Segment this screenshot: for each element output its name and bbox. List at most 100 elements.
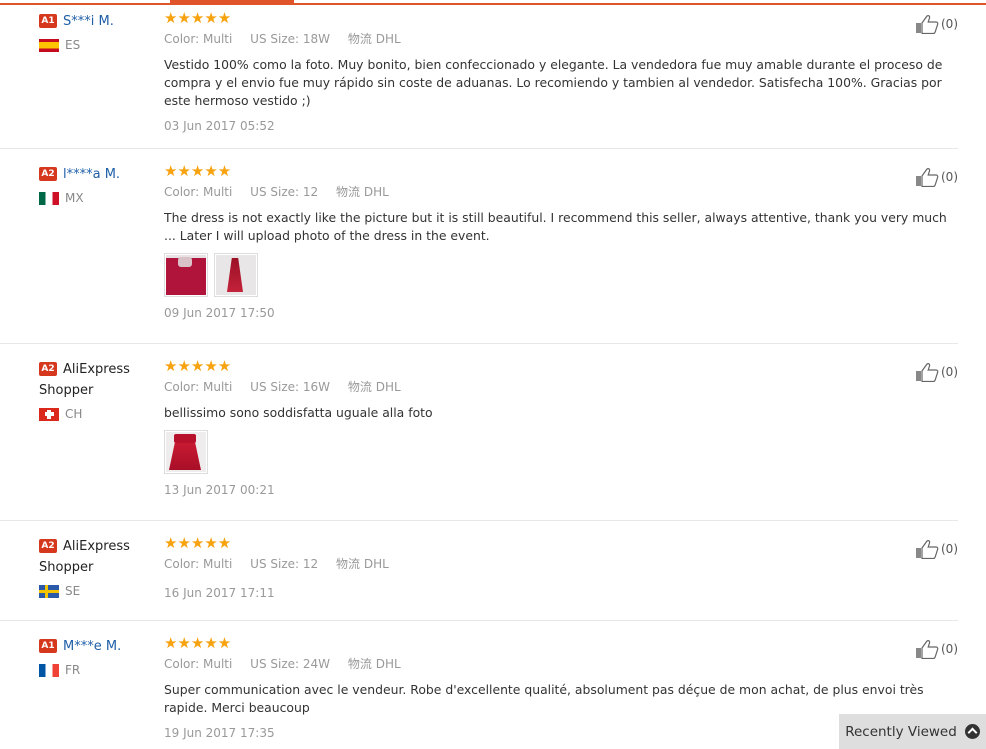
country-code: SE [65, 584, 81, 598]
reviewer-name[interactable]: M***e M. [63, 639, 121, 654]
reviewer-name[interactable]: S***i M. [63, 14, 114, 29]
size-label: US Size: [250, 380, 300, 394]
shipping-label: 物流 [347, 380, 372, 394]
helpful-button[interactable]: (0) [915, 539, 958, 559]
recently-viewed-button[interactable]: Recently Viewed [839, 714, 986, 749]
size-value: 16W [302, 380, 331, 394]
country-code: MX [65, 191, 84, 205]
size-value: 18W [302, 32, 331, 46]
size-value: 12 [302, 185, 319, 199]
shipping-value: DHL [363, 185, 389, 199]
review-photos [164, 430, 954, 474]
mexico-flag-icon [39, 191, 59, 205]
helpful-button[interactable]: (0) [915, 167, 958, 187]
helpful-count: (0) [941, 542, 958, 556]
review-photos [164, 253, 954, 297]
reviewer-info: A2 l****a M. MX [39, 163, 149, 206]
review-content: ★★★★★ Color: Multi US Size: 12 物流 DHL Th… [164, 163, 954, 321]
chevron-up-icon [964, 724, 980, 739]
reviewer-info: A2 AliExpress Shopper SE [39, 535, 149, 599]
level-badge: A1 [39, 639, 57, 653]
star-rating: ★★★★★ [164, 162, 232, 180]
helpful-button[interactable]: (0) [915, 14, 958, 34]
spain-flag-icon [39, 38, 59, 52]
country-code: CH [65, 407, 83, 421]
review-photo-thumbnail[interactable] [214, 253, 258, 297]
reviewer-info: A1 S***i M. ES [39, 10, 149, 53]
review-content: ★★★★★ Color: Multi US Size: 16W 物流 DHL b… [164, 358, 954, 498]
color-value: Multi [203, 32, 233, 46]
shipping-value: DHL [375, 657, 401, 671]
shipping-value: DHL [363, 557, 389, 571]
review-text: Vestido 100% como la foto. Muy bonito, b… [164, 57, 943, 108]
purchase-attributes: Color: Multi US Size: 12 物流 DHL [164, 185, 954, 199]
star-rating: ★★★★★ [164, 357, 232, 375]
shipping-value: DHL [375, 32, 401, 46]
thumbs-up-icon [916, 168, 939, 187]
review-date: 03 Jun 2017 05:52 [164, 119, 275, 133]
level-badge: A1 [39, 14, 57, 28]
size-value: 12 [302, 557, 319, 571]
country: SE [39, 583, 149, 599]
level-badge: A2 [39, 167, 57, 181]
star-rating: ★★★★★ [164, 534, 232, 552]
shipping-value: DHL [375, 380, 401, 394]
helpful-count: (0) [941, 17, 958, 31]
review-item: A2 AliExpress Shopper SE ★★★★★ Color: Mul… [0, 535, 958, 621]
reviewer-name[interactable]: l****a M. [63, 167, 120, 182]
level-badge: A2 [39, 539, 57, 553]
active-tab-indicator [170, 0, 294, 5]
color-label: Color: [164, 380, 200, 394]
thumbs-up-icon [916, 540, 939, 559]
shipping-label: 物流 [336, 185, 361, 199]
purchase-attributes: Color: Multi US Size: 12 物流 DHL [164, 557, 954, 571]
review-item: A2 l****a M. MX ★★★★★ Color: Multi US Siz… [0, 163, 958, 344]
color-label: Color: [164, 32, 200, 46]
color-value: Multi [203, 185, 233, 199]
review-photo-thumbnail[interactable] [164, 253, 208, 297]
purchase-attributes: Color: Multi US Size: 24W 物流 DHL [164, 657, 954, 671]
size-value: 24W [302, 657, 331, 671]
review-text: Super communication avec le vendeur. Rob… [164, 682, 924, 715]
color-value: Multi [203, 557, 233, 571]
country: ES [39, 37, 149, 53]
helpful-count: (0) [941, 365, 958, 379]
review-item: A1 S***i M. ES ★★★★★ Color: Multi US Size… [0, 10, 958, 149]
review-content: ★★★★★ Color: Multi US Size: 24W 物流 DHL S… [164, 635, 954, 741]
thumbs-up-icon [916, 363, 939, 382]
top-divider [0, 3, 986, 5]
country-code: ES [65, 38, 81, 52]
purchase-attributes: Color: Multi US Size: 18W 物流 DHL [164, 32, 954, 46]
helpful-button[interactable]: (0) [915, 362, 958, 382]
review-photo-thumbnail[interactable] [164, 430, 208, 474]
review-date: 13 Jun 2017 00:21 [164, 483, 275, 497]
purchase-attributes: Color: Multi US Size: 16W 物流 DHL [164, 380, 954, 394]
dress-photo [216, 255, 256, 295]
review-item: A2 AliExpress Shopper CH ★★★★★ Color: Mul… [0, 358, 958, 521]
review-date: 09 Jun 2017 17:50 [164, 306, 275, 320]
helpful-count: (0) [941, 170, 958, 184]
review-item: A1 M***e M. FR ★★★★★ Color: Multi US Size… [0, 635, 958, 749]
france-flag-icon [39, 663, 59, 677]
star-rating: ★★★★★ [164, 634, 232, 652]
thumbs-up-icon [916, 15, 939, 34]
review-content: ★★★★★ Color: Multi US Size: 12 物流 DHL 16… [164, 535, 954, 601]
dress-photo [166, 255, 206, 295]
review-text: bellissimo sono soddisfatta uguale alla … [164, 405, 433, 420]
helpful-button[interactable]: (0) [915, 639, 958, 659]
size-label: US Size: [250, 32, 300, 46]
color-label: Color: [164, 185, 200, 199]
color-value: Multi [203, 657, 233, 671]
review-date: 19 Jun 2017 17:35 [164, 726, 275, 740]
shipping-label: 物流 [347, 32, 372, 46]
country: MX [39, 190, 149, 206]
thumbs-up-icon [916, 640, 939, 659]
country: CH [39, 406, 149, 422]
reviewer-info: A2 AliExpress Shopper CH [39, 358, 149, 422]
shipping-label: 物流 [347, 657, 372, 671]
review-content: ★★★★★ Color: Multi US Size: 18W 物流 DHL V… [164, 10, 954, 134]
size-label: US Size: [250, 657, 300, 671]
sweden-flag-icon [39, 584, 59, 598]
color-label: Color: [164, 657, 200, 671]
country: FR [39, 662, 149, 678]
